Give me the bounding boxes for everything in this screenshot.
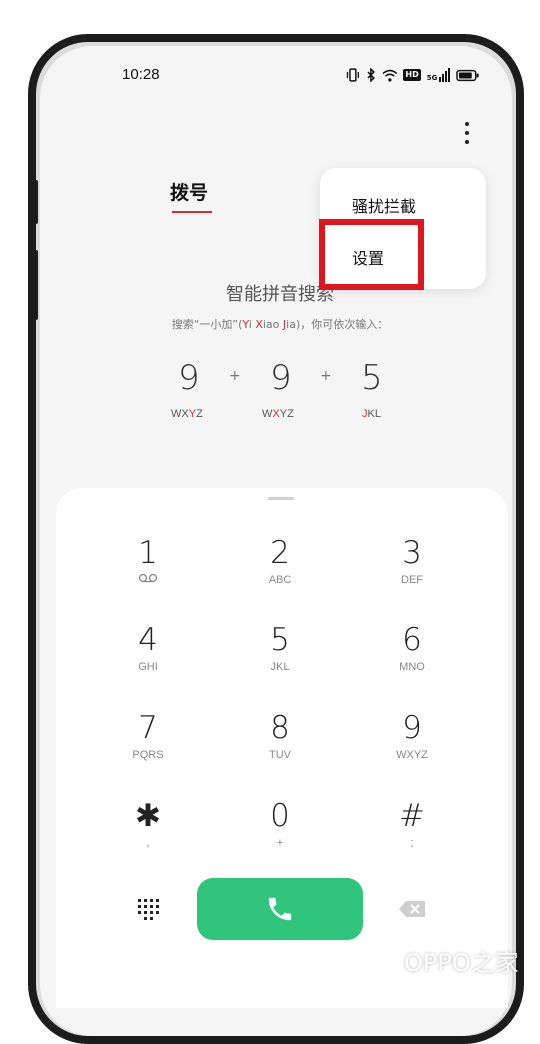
watermark: OPPO之家: [362, 932, 519, 988]
key-digit: 4: [138, 622, 158, 658]
key-star[interactable]: ✱ ,: [88, 798, 208, 850]
key-digit: ✱: [135, 798, 161, 834]
signal-5g-icon: 5G: [427, 68, 451, 82]
key-1[interactable]: 1: [88, 535, 208, 587]
tab-dial[interactable]: 拨号: [170, 178, 208, 205]
key-letters: WXYZ: [396, 749, 428, 761]
hd-icon: HD: [403, 69, 421, 81]
key-letters: TUV: [269, 749, 291, 761]
key-4[interactable]: 4 GHI: [88, 622, 208, 674]
key-5[interactable]: 5 JKL: [220, 622, 340, 674]
key-letters: GHI: [138, 661, 158, 673]
key-digit: 1: [138, 535, 158, 571]
key-digit: #: [399, 798, 425, 834]
wifi-icon: [382, 69, 397, 82]
backspace-icon[interactable]: [398, 900, 426, 922]
key-letters: JKL: [270, 661, 290, 673]
demo-digit-1: 9: [178, 358, 200, 398]
demo-letters-2: WXYZ: [262, 408, 294, 420]
voicemail-icon: [88, 573, 208, 587]
key-9[interactable]: 9 WXYZ: [352, 710, 472, 762]
oppo-home-logo-icon: [364, 941, 396, 978]
key-digit: 5: [270, 622, 290, 658]
tab-indicator: [172, 211, 212, 213]
key-letters: +: [276, 837, 284, 849]
phone-icon: [268, 897, 292, 921]
more-vertical-icon[interactable]: [456, 120, 478, 146]
key-2[interactable]: 2 ABC: [220, 535, 340, 587]
volume-up-button: [33, 180, 38, 224]
key-digit: 2: [270, 535, 290, 571]
key-digit: 6: [402, 622, 422, 658]
watermark-text: OPPO之家: [404, 948, 519, 977]
keypad-drag-handle[interactable]: [268, 497, 294, 500]
key-digit: 8: [270, 710, 290, 746]
menu-item-harassment-block[interactable]: 骚扰拦截: [352, 193, 416, 217]
key-letters: MNO: [399, 661, 425, 673]
call-button[interactable]: [197, 878, 363, 940]
key-letters: ,: [146, 837, 150, 849]
vibrate-icon: [346, 68, 359, 82]
key-digit: 0: [270, 798, 290, 834]
bluetooth-icon: [367, 68, 375, 82]
key-8[interactable]: 8 TUV: [220, 710, 340, 762]
smart-search-hint: 搜索“一小加”(Yi Xiao Jia)，你可依次输入：: [171, 318, 389, 331]
key-0[interactable]: 0 +: [220, 798, 340, 850]
key-digit: 7: [138, 710, 158, 746]
status-icons: HD 5G: [346, 66, 480, 84]
key-letters: ;: [410, 837, 414, 849]
battery-icon: [456, 69, 479, 81]
key-letters: ABC: [268, 574, 292, 586]
demo-digit-2: 9: [270, 358, 292, 398]
key-letters: PQRS: [132, 749, 164, 761]
key-3[interactable]: 3 DEF: [352, 535, 472, 587]
demo-digit-3: 5: [361, 358, 383, 398]
network-type-label: 5G: [426, 74, 438, 82]
key-6[interactable]: 6 MNO: [352, 622, 472, 674]
settings-highlight-box: [319, 219, 424, 290]
key-7[interactable]: 7 PQRS: [88, 710, 208, 762]
key-digit: 9: [402, 710, 422, 746]
key-hash[interactable]: # ;: [352, 798, 472, 850]
demo-plus-1: +: [229, 368, 241, 384]
key-letters: DEF: [401, 574, 423, 586]
demo-letters-3: JKL: [362, 408, 381, 420]
demo-plus-2: +: [320, 368, 332, 384]
dialpad-toggle-icon[interactable]: [137, 898, 159, 924]
demo-letters-1: WXYZ: [171, 408, 203, 420]
key-digit: 3: [402, 535, 422, 571]
status-time: 10:28: [122, 66, 160, 83]
